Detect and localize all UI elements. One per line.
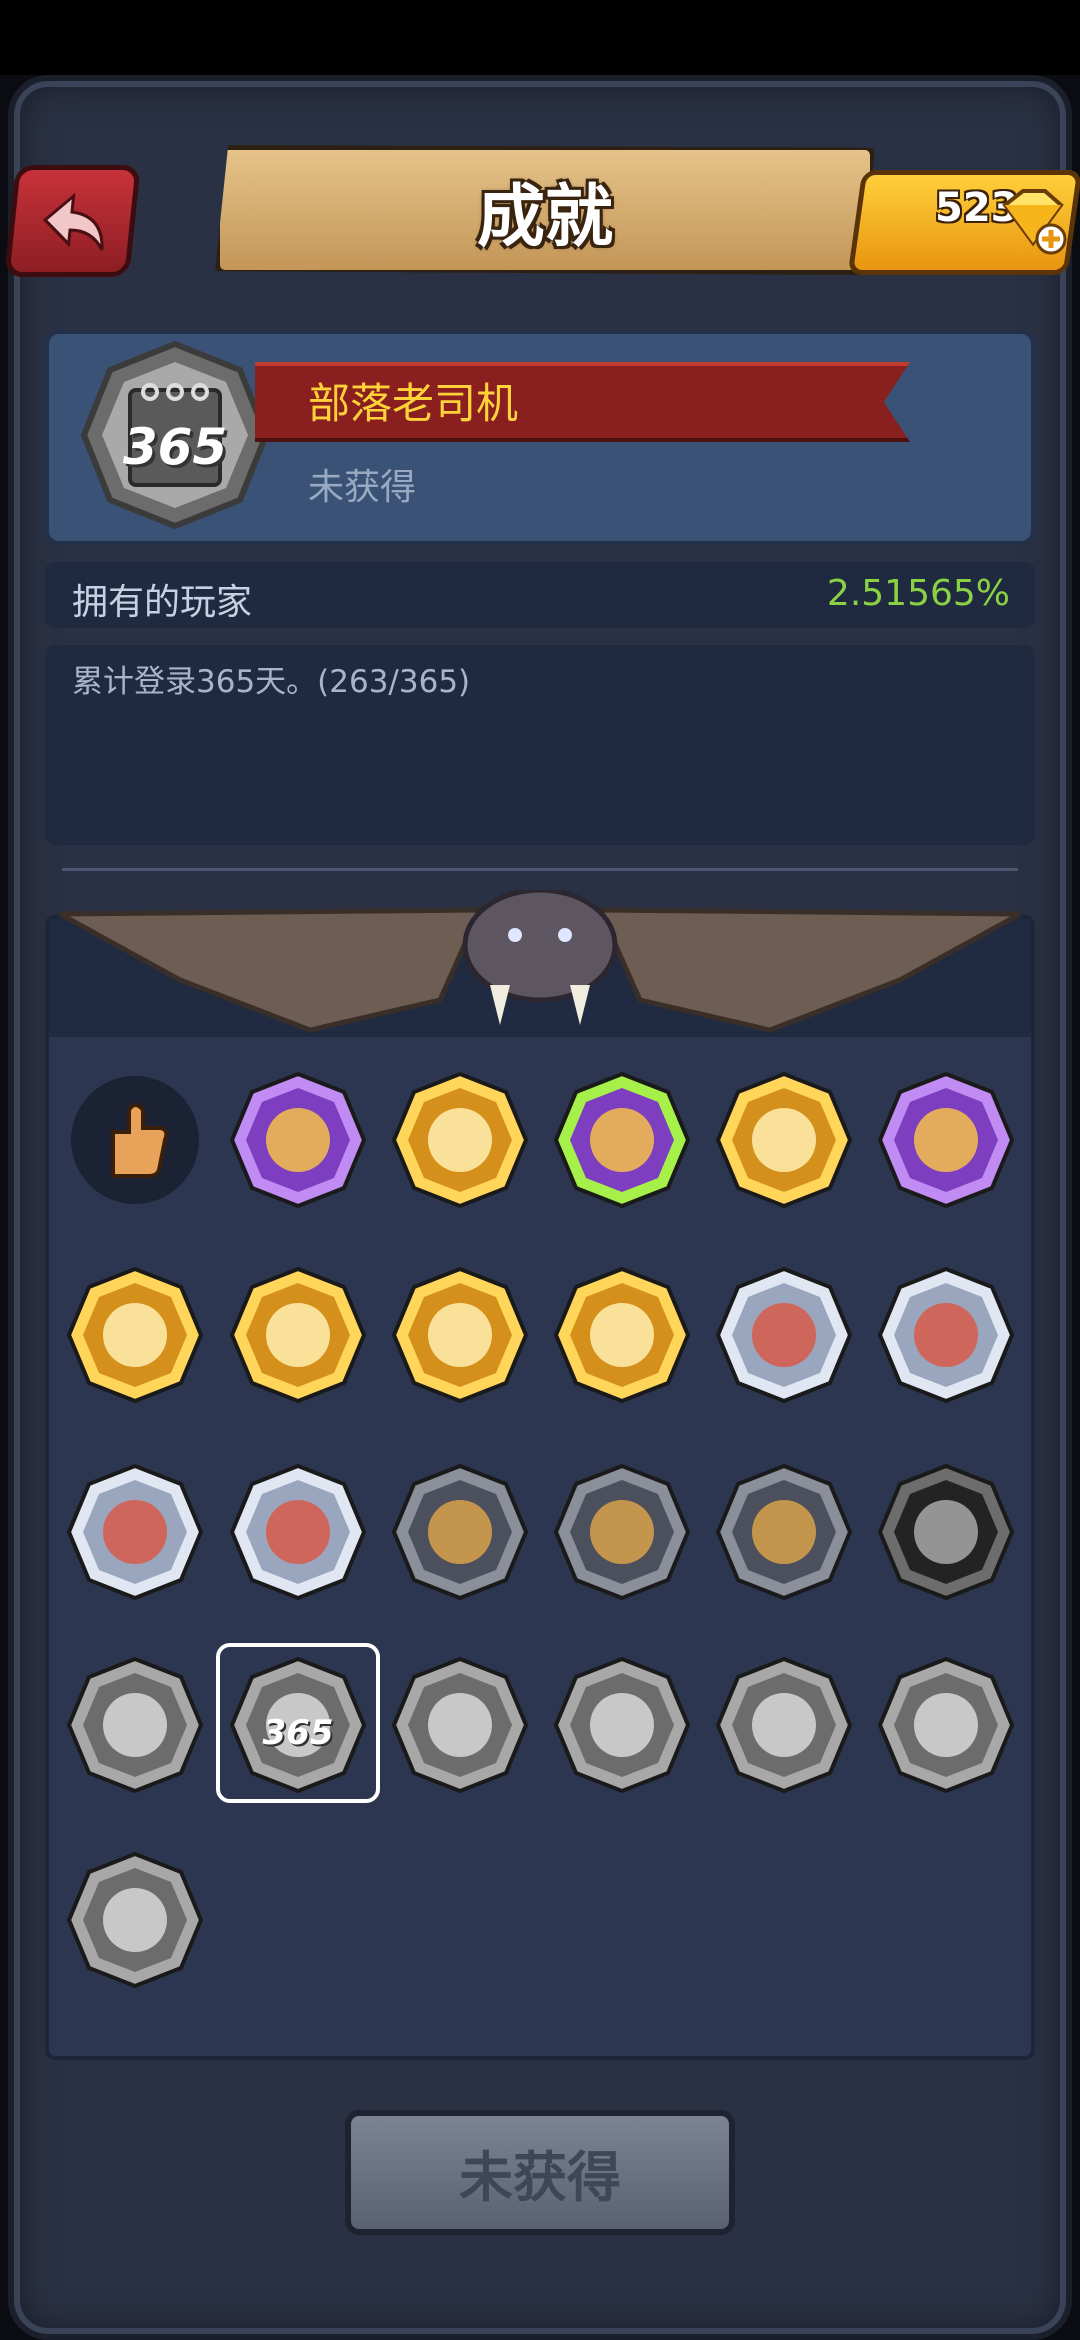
badge-label: 365 — [262, 1713, 334, 1753]
stone-pot-icon — [66, 1851, 204, 1989]
achievement-badge[interactable] — [390, 1070, 530, 1210]
achievement-badge[interactable] — [714, 1070, 854, 1210]
calendar-365-icon — [229, 1656, 367, 1794]
gold-pile-icon — [391, 1071, 529, 1209]
crossed-bones-icon — [66, 1463, 204, 1601]
achievement-status: 未获得 — [308, 467, 417, 508]
achievement-badge[interactable] — [65, 1462, 205, 1602]
achievement-badge[interactable] — [876, 1265, 1016, 1405]
achievement-badge[interactable] — [65, 1265, 205, 1405]
achievement-badge[interactable] — [876, 1462, 1016, 1602]
achievement-badge[interactable] — [552, 1265, 692, 1405]
achievement-badge[interactable] — [714, 1265, 854, 1405]
achievement-badge[interactable] — [876, 1070, 1016, 1210]
achievement-description: 累计登录365天。(263/365) — [72, 664, 471, 700]
achievement-badge[interactable] — [390, 1462, 530, 1602]
achievement-badge[interactable] — [390, 1265, 530, 1405]
creature-face-icon — [715, 1071, 853, 1209]
medal-label: 365 — [122, 418, 228, 476]
achievement-badge[interactable] — [65, 1070, 205, 1210]
star-wreath-warrior-icon — [553, 1071, 691, 1209]
achievement-badge[interactable] — [228, 1070, 368, 1210]
headband-caveman-icon — [715, 1463, 853, 1601]
achievement-name: 部落老司机 — [308, 379, 519, 428]
golden-shield-icon — [229, 1071, 367, 1209]
achievement-badge[interactable] — [552, 1070, 692, 1210]
golden-tree-icon — [553, 1463, 691, 1601]
page-title: 成就 — [476, 177, 613, 257]
status-bar — [0, 0, 1080, 75]
achievement-badge[interactable] — [876, 1655, 1016, 1795]
purple-orb-bones-icon — [715, 1266, 853, 1404]
anvil-hammer-icon — [877, 1656, 1015, 1794]
achievement-badge[interactable] — [714, 1655, 854, 1795]
thumbs-up-icon — [71, 1076, 199, 1204]
sabertooth-wings-icon — [60, 890, 1020, 1033]
loot-bag-icon — [391, 1266, 529, 1404]
claim-label: 未获得 — [459, 2146, 621, 2209]
demon-bones-icon — [877, 1266, 1015, 1404]
divider — [62, 868, 1018, 871]
achievement-badge[interactable]: 365 — [216, 1643, 380, 1803]
mammoth-icon — [391, 1463, 529, 1601]
stone-idol-icon — [66, 1656, 204, 1794]
achievement-badge[interactable] — [65, 1655, 205, 1795]
gift-skull-icon — [715, 1656, 853, 1794]
achievement-badge[interactable] — [228, 1265, 368, 1405]
dragon-stars-icon — [877, 1463, 1015, 1601]
owners-label: 拥有的玩家 — [72, 582, 253, 623]
achievement-badge[interactable] — [228, 1462, 368, 1602]
achievement-badge[interactable] — [390, 1655, 530, 1795]
ice-crystal-icon — [66, 1266, 204, 1404]
claim-button[interactable]: 未获得 — [345, 2110, 735, 2235]
trophy-icon — [553, 1656, 691, 1794]
back-button[interactable] — [4, 165, 141, 277]
owners-percentage: 2.51565% — [826, 573, 1010, 614]
tribal-chief-icon — [877, 1071, 1015, 1209]
achievement-badge[interactable] — [714, 1462, 854, 1602]
grinning-caveman-icon — [229, 1463, 367, 1601]
whale-icon — [391, 1656, 529, 1794]
achievement-medal: 365 — [80, 340, 270, 534]
back-arrow-icon — [42, 192, 104, 251]
achievement-badge[interactable] — [65, 1850, 205, 1990]
gear-icon — [229, 1266, 367, 1404]
shouting-caveman-icon — [553, 1266, 691, 1404]
achievement-badge[interactable] — [552, 1655, 692, 1795]
achievement-badge[interactable] — [552, 1462, 692, 1602]
gem-plus-icon[interactable] — [995, 185, 1070, 257]
title-banner: 成就 — [215, 145, 875, 275]
